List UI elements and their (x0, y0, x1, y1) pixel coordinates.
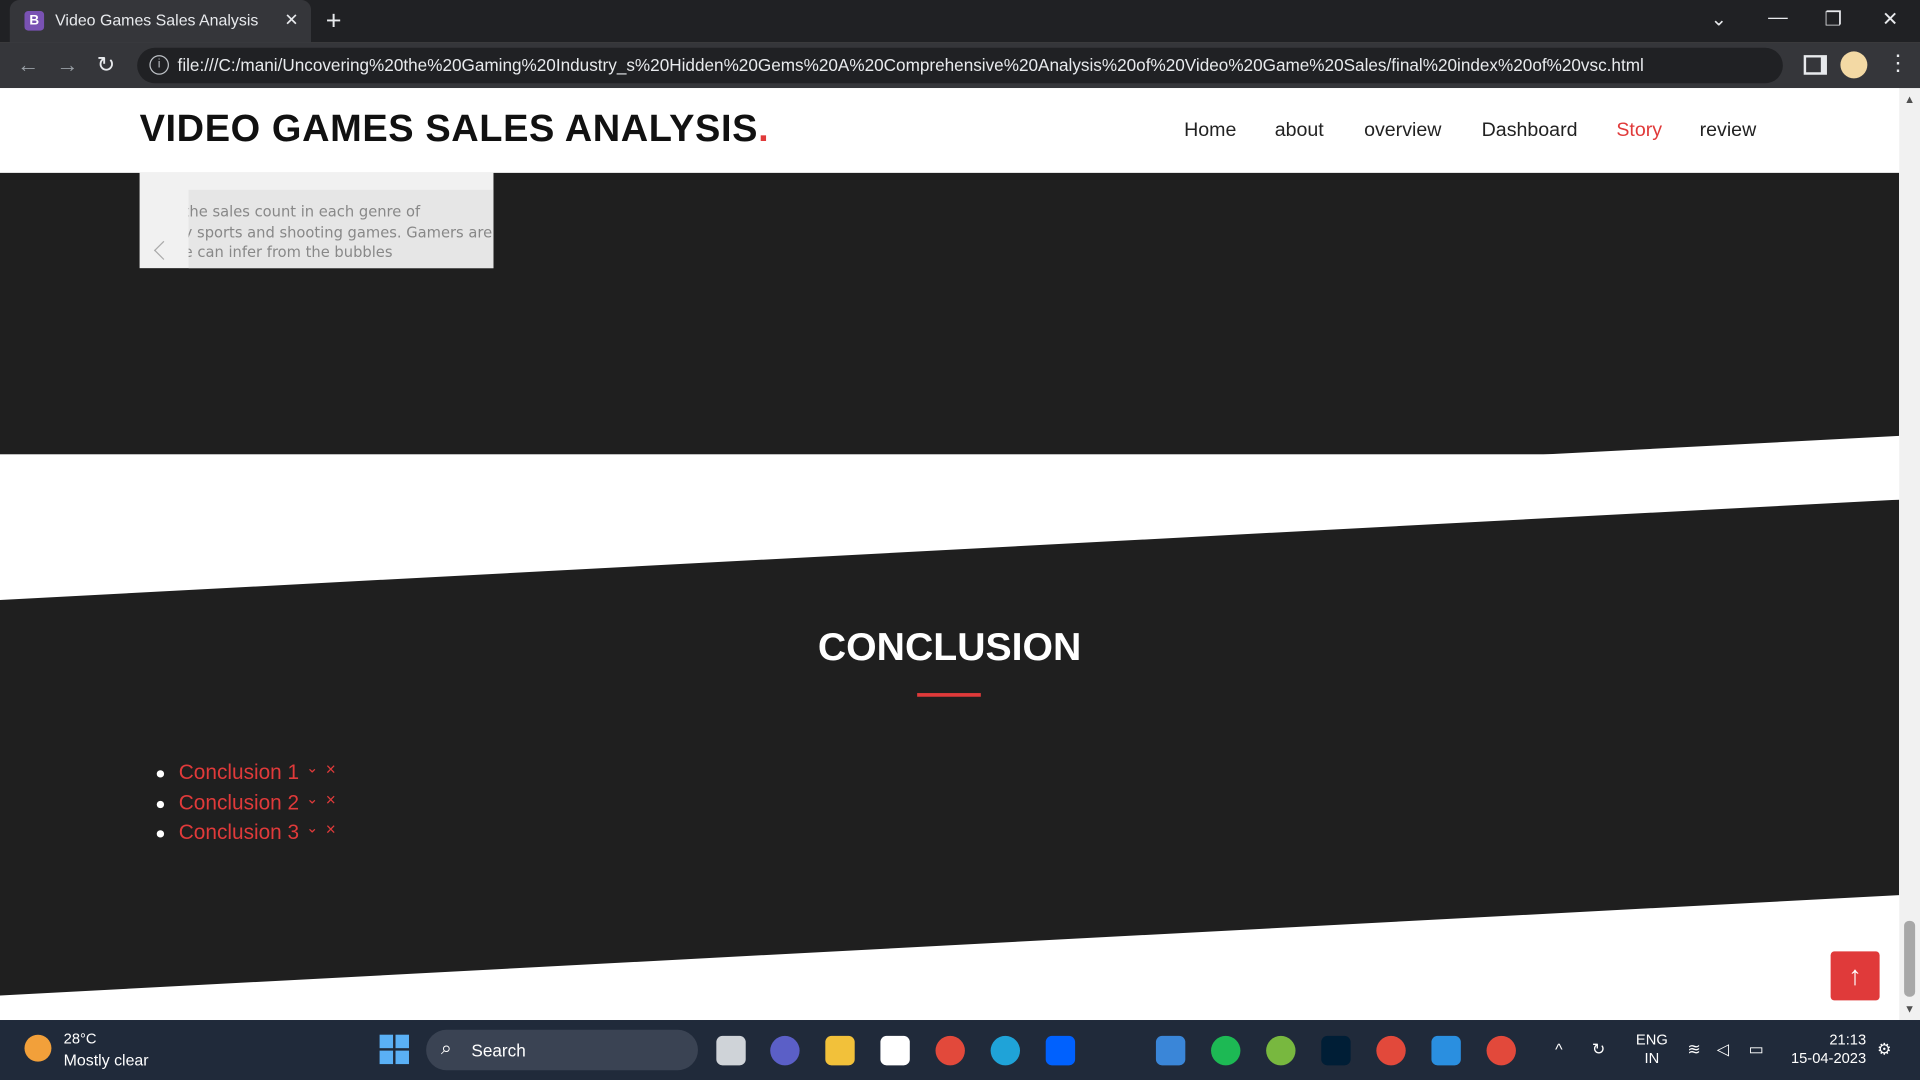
previous-arrow-icon[interactable] (153, 240, 173, 260)
back-to-top-button[interactable]: ↑ (1830, 951, 1880, 1001)
dark-section-conclusion (0, 499, 1900, 996)
page-scrollbar[interactable]: ▲ ▼ (1899, 88, 1920, 1021)
logo-text: VIDEO GAMES SALES ANALYSIS (139, 106, 759, 150)
windows-start-icon[interactable] (379, 1034, 409, 1065)
chevron-down-icon[interactable]: ⌄ (306, 759, 318, 776)
tab-title: Video Games Sales Analysis (55, 11, 259, 30)
forward-arrow-icon[interactable]: → (56, 53, 78, 79)
region-code: IN (1644, 1049, 1660, 1067)
arrow-up-icon: ↑ (1848, 960, 1862, 991)
back-arrow-icon[interactable]: ← (17, 53, 39, 79)
story-card-content: the sales count in each genre of y sport… (188, 189, 494, 269)
utorrent-icon[interactable] (1266, 1035, 1296, 1066)
mail-icon[interactable] (1155, 1035, 1186, 1066)
url-text[interactable]: file:///C:/mani/Uncovering%20the%20Gamin… (178, 55, 1644, 75)
chrome-icon[interactable] (935, 1035, 965, 1066)
scroll-up-icon[interactable]: ▲ (1904, 93, 1915, 105)
conclusion-title: CONCLUSION (817, 624, 1082, 669)
bullet (156, 800, 165, 808)
microsoft-store-icon[interactable] (880, 1035, 910, 1066)
site-logo[interactable]: VIDEO GAMES SALES ANALYSIS. (140, 107, 770, 151)
nav-review[interactable]: review (1700, 120, 1757, 142)
reload-icon[interactable]: ↻ (97, 53, 115, 79)
date: 15-04-2023 (1790, 1049, 1867, 1067)
nav-about[interactable]: about (1275, 120, 1324, 142)
chrome-active-icon[interactable] (1486, 1035, 1516, 1066)
scroll-down-icon[interactable]: ▼ (1904, 1003, 1915, 1015)
photoshop-icon[interactable] (1321, 1035, 1351, 1066)
story-line-3: e can infer from the bubbles (188, 243, 393, 261)
search-icon: ⌕ (440, 1038, 452, 1060)
teams-chat-icon[interactable] (770, 1035, 800, 1066)
close-window-icon[interactable]: ✕ (1882, 7, 1898, 31)
address-bar[interactable]: i file:///C:/mani/Uncovering%20the%20Gam… (137, 47, 1783, 84)
minimize-icon[interactable]: — (1768, 7, 1788, 29)
dropbox-icon[interactable] (1045, 1035, 1076, 1066)
profile-avatar[interactable] (1840, 51, 1868, 79)
nav-dashboard[interactable]: Dashboard (1482, 120, 1578, 142)
logo-dot: . (758, 106, 770, 150)
title-underline (917, 693, 981, 697)
chevron-down-icon[interactable]: ⌄ (306, 819, 318, 836)
file-explorer-icon[interactable] (825, 1035, 855, 1066)
conclusion-label[interactable]: Conclusion 2 (179, 790, 299, 814)
nav-overview[interactable]: overview (1364, 120, 1441, 142)
bullet (156, 770, 165, 778)
browser-tab-strip: B Video Games Sales Analysis ✕ + ⌄ — ❐ ✕ (0, 0, 1920, 43)
tab-search-chevron-icon[interactable]: ⌄ (1711, 7, 1727, 31)
close-icon[interactable]: × (326, 759, 336, 779)
battery-icon[interactable]: ▭ (1749, 1040, 1764, 1060)
bullet (156, 830, 165, 838)
language-indicator[interactable]: ENG IN (1636, 1031, 1668, 1068)
lang-code: ENG (1635, 1031, 1668, 1049)
browser-toolbar: ← → ↻ i file:///C:/mani/Uncovering%20the… (0, 42, 1920, 89)
spotify-icon[interactable] (1211, 1035, 1241, 1066)
vscode-icon[interactable] (1431, 1035, 1461, 1066)
conclusion-label[interactable]: Conclusion 1 (179, 760, 299, 784)
bootstrap-favicon-icon: B (24, 11, 45, 31)
close-icon[interactable]: × (326, 819, 336, 839)
edge-icon[interactable] (990, 1035, 1021, 1066)
clock[interactable]: 21:13 15-04-2023 (1788, 1031, 1866, 1068)
story-line-1: the sales count in each genre of (188, 203, 421, 221)
weather-condition[interactable]: Mostly clear (64, 1051, 149, 1069)
close-icon[interactable]: × (326, 789, 336, 809)
site-header: VIDEO GAMES SALES ANALYSIS. Home about o… (0, 88, 1900, 173)
side-panel-icon[interactable] (1803, 55, 1827, 75)
restore-icon[interactable]: ❐ (1825, 7, 1843, 31)
taskbar-search[interactable]: ⌕ Search (426, 1029, 698, 1071)
story-card-text: the sales count in each genre of y sport… (188, 202, 493, 263)
tab-close-icon[interactable]: ✕ (284, 10, 298, 31)
sync-icon[interactable]: ↻ (1592, 1040, 1605, 1060)
scrollbar-thumb[interactable] (1904, 920, 1916, 997)
weather-moon-icon[interactable] (24, 1034, 52, 1062)
task-view-icon[interactable] (716, 1035, 746, 1066)
chrome-profile-icon[interactable] (1376, 1035, 1406, 1066)
time: 21:13 (1829, 1031, 1867, 1049)
show-hidden-icons-icon[interactable]: ^ (1555, 1040, 1562, 1058)
conclusion-label[interactable]: Conclusion 3 (179, 820, 299, 844)
search-label: Search (471, 1040, 526, 1061)
nav-home[interactable]: Home (1184, 120, 1236, 142)
bolt-app-icon[interactable] (1100, 1035, 1131, 1066)
browser-tab[interactable]: B Video Games Sales Analysis ✕ (9, 0, 312, 43)
weather-temperature[interactable]: 28°C (64, 1030, 97, 1047)
windows-taskbar: 28°C Mostly clear ⌕ Search ^ ↻ ENG IN ≋ ◁… (0, 1020, 1920, 1080)
volume-icon[interactable]: ◁ (1717, 1040, 1729, 1060)
nav-story[interactable]: Story (1616, 120, 1662, 142)
web-page-viewport: the sales count in each genre of y sport… (0, 88, 1900, 1021)
notification-icon[interactable]: ⚙ (1877, 1040, 1891, 1060)
site-info-icon[interactable]: i (149, 55, 169, 75)
new-tab-icon[interactable]: + (326, 5, 342, 37)
story-line-2: y sports and shooting games. Gamers are (188, 223, 493, 241)
story-card: the sales count in each genre of y sport… (139, 172, 494, 269)
wifi-icon[interactable]: ≋ (1687, 1040, 1700, 1060)
browser-menu-icon[interactable]: ⋮ (1887, 50, 1909, 76)
chevron-down-icon[interactable]: ⌄ (306, 789, 318, 806)
